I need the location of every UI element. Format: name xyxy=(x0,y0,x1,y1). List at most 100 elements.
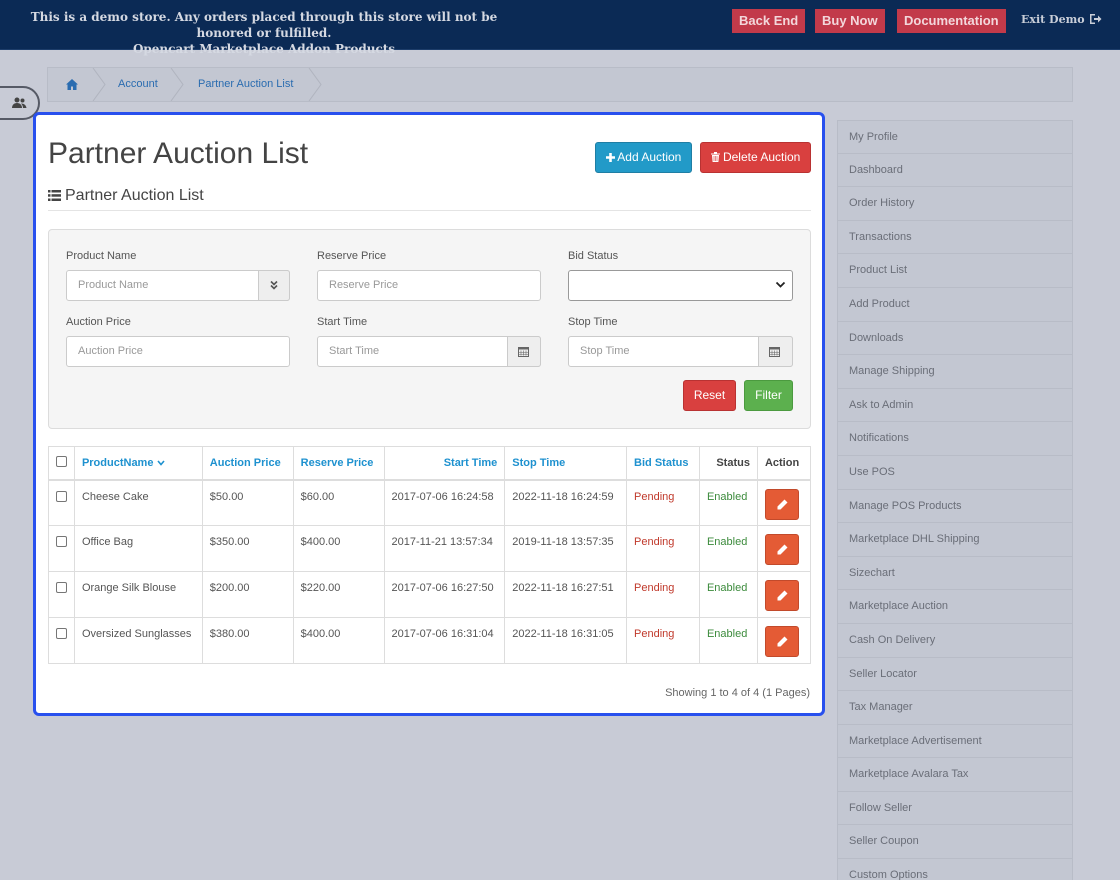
cell-auction-price: $350.00 xyxy=(201,525,294,572)
reserve-price-input[interactable]: Reserve Price xyxy=(317,270,541,301)
column-stop-time[interactable]: Stop Time xyxy=(504,446,628,481)
menu-item-seller-locator[interactable]: Seller Locator xyxy=(837,657,1073,692)
menu-item-dashboard[interactable]: Dashboard xyxy=(837,153,1073,188)
row-checkbox[interactable] xyxy=(55,490,67,502)
menu-item-sizechart[interactable]: Sizechart xyxy=(837,556,1073,591)
menu-item-use-pos[interactable]: Use POS xyxy=(837,455,1073,490)
filter-button[interactable]: Filter xyxy=(744,380,793,411)
cell-stop-time: 2022-11-18 16:24:59 xyxy=(504,479,628,526)
menu-item-cash-on-delivery[interactable]: Cash On Delivery xyxy=(837,623,1073,658)
breadcrumb-partner-auction-list[interactable]: Partner Auction List xyxy=(198,68,293,101)
pencil-icon xyxy=(777,636,788,647)
bid-status-select[interactable] xyxy=(568,270,793,301)
pencil-icon xyxy=(777,499,788,509)
stop-time-calendar-button[interactable] xyxy=(758,336,793,367)
column-action: Action xyxy=(756,446,812,481)
cell-action xyxy=(756,479,812,526)
cell-product-name: Orange Silk Blouse xyxy=(73,571,203,618)
table-row: Office Bag $350.00 $400.00 2017-11-21 13… xyxy=(48,525,812,572)
product-name-dropdown-toggle[interactable] xyxy=(258,270,290,301)
auction-price-label: Auction Price xyxy=(66,316,131,328)
menu-item-marketplace-avalara-tax[interactable]: Marketplace Avalara Tax xyxy=(837,758,1073,792)
buy-now-button[interactable]: Buy Now xyxy=(815,9,885,33)
edit-button[interactable] xyxy=(764,534,799,565)
menu-item-order-history[interactable]: Order History xyxy=(837,187,1073,221)
column-reserve-price[interactable]: Reserve Price xyxy=(292,446,385,481)
cell-status: Enabled xyxy=(698,525,758,572)
cell-start-time: 2017-07-06 16:31:04 xyxy=(383,617,506,664)
column-bid-status[interactable]: Bid Status xyxy=(626,446,700,481)
start-time-placeholder: Start Time xyxy=(329,345,380,357)
section-heading: Partner Auction List xyxy=(48,187,204,205)
delete-auction-button[interactable]: Delete Auction xyxy=(700,142,811,173)
menu-item-marketplace-dhl-shipping[interactable]: Marketplace DHL Shipping xyxy=(837,523,1073,557)
chevron-down-icon xyxy=(775,281,786,288)
menu-item-tax-manager[interactable]: Tax Manager xyxy=(837,691,1073,725)
exit-demo-label: Exit Demo xyxy=(1021,13,1085,26)
edit-button[interactable] xyxy=(764,626,799,657)
cell-product-name: Office Bag xyxy=(73,525,203,572)
cell-bid-status: Pending xyxy=(626,617,700,664)
add-auction-button[interactable]: Add Auction xyxy=(595,142,692,173)
demo-notice-line2: Opencart Marketplace Addon Products xyxy=(132,42,396,56)
menu-item-custom-options[interactable]: Custom Options xyxy=(837,859,1073,880)
calendar-icon xyxy=(518,347,529,357)
cell-product-name: Cheese Cake xyxy=(73,479,203,526)
menu-item-product-list[interactable]: Product List xyxy=(837,254,1073,288)
menu-item-manage-shipping[interactable]: Manage Shipping xyxy=(837,355,1073,389)
row-select-cell xyxy=(48,479,75,526)
menu-item-seller-coupon[interactable]: Seller Coupon xyxy=(837,825,1073,860)
menu-item-my-profile[interactable]: My Profile xyxy=(837,120,1073,154)
breadcrumb-separator xyxy=(170,68,184,101)
column-auction-price[interactable]: Auction Price xyxy=(201,446,294,481)
page-title: Partner Auction List xyxy=(48,137,309,170)
documentation-button[interactable]: Documentation xyxy=(897,9,1006,33)
cell-bid-status: Pending xyxy=(626,571,700,618)
auction-price-placeholder: Auction Price xyxy=(78,345,143,357)
filter-panel: Product Name Product Name Reserve Price … xyxy=(48,229,811,429)
row-checkbox[interactable] xyxy=(55,536,67,547)
stop-time-input[interactable]: Stop Time xyxy=(568,336,793,367)
row-select-cell xyxy=(48,571,75,618)
back-end-button[interactable]: Back End xyxy=(732,9,806,33)
menu-item-downloads[interactable]: Downloads xyxy=(837,321,1073,356)
cell-auction-price: $380.00 xyxy=(201,617,294,664)
list-icon xyxy=(48,190,61,201)
column-product-name[interactable]: ProductName xyxy=(73,446,203,481)
cell-auction-price: $50.00 xyxy=(201,479,294,526)
cell-reserve-price: $220.00 xyxy=(292,571,385,618)
product-name-input[interactable]: Product Name xyxy=(66,270,290,301)
demo-topbar: This is a demo store. Any orders placed … xyxy=(0,0,1120,56)
menu-item-manage-pos-products[interactable]: Manage POS Products xyxy=(837,489,1073,524)
select-all-checkbox[interactable] xyxy=(55,455,67,467)
divider xyxy=(48,210,811,211)
column-status: Status xyxy=(698,446,758,481)
row-select-cell xyxy=(48,525,75,572)
product-name-label: Product Name xyxy=(66,250,137,262)
edit-button[interactable] xyxy=(764,488,799,520)
reserve-price-placeholder: Reserve Price xyxy=(329,279,399,291)
menu-item-ask-to-admin[interactable]: Ask to Admin xyxy=(837,388,1073,423)
menu-item-transactions[interactable]: Transactions xyxy=(837,220,1073,255)
breadcrumb-account[interactable]: Account xyxy=(118,68,158,101)
add-auction-label: Add Auction xyxy=(617,150,682,164)
menu-item-notifications[interactable]: Notifications xyxy=(837,422,1073,456)
edit-button[interactable] xyxy=(764,580,799,611)
cell-start-time: 2017-11-21 13:57:34 xyxy=(383,525,506,572)
breadcrumb-home[interactable] xyxy=(66,68,78,101)
row-checkbox[interactable] xyxy=(55,582,67,593)
select-all-cell xyxy=(48,446,75,481)
menu-item-add-product[interactable]: Add Product xyxy=(837,287,1073,322)
menu-item-marketplace-auction[interactable]: Marketplace Auction xyxy=(837,590,1073,624)
reset-button[interactable]: Reset xyxy=(683,380,736,411)
auction-price-input[interactable]: Auction Price xyxy=(66,336,290,367)
exit-demo-link[interactable]: Exit Demo xyxy=(1021,13,1102,26)
start-time-input[interactable]: Start Time xyxy=(317,336,541,367)
start-time-calendar-button[interactable] xyxy=(507,336,541,367)
row-checkbox[interactable] xyxy=(55,628,67,639)
column-start-time[interactable]: Start Time xyxy=(383,446,506,481)
trash-icon xyxy=(710,152,720,162)
menu-item-marketplace-advertisement[interactable]: Marketplace Advertisement xyxy=(837,724,1073,759)
menu-item-follow-seller[interactable]: Follow Seller xyxy=(837,791,1073,826)
auction-table: ProductName Auction Price Reserve Price … xyxy=(48,446,812,664)
